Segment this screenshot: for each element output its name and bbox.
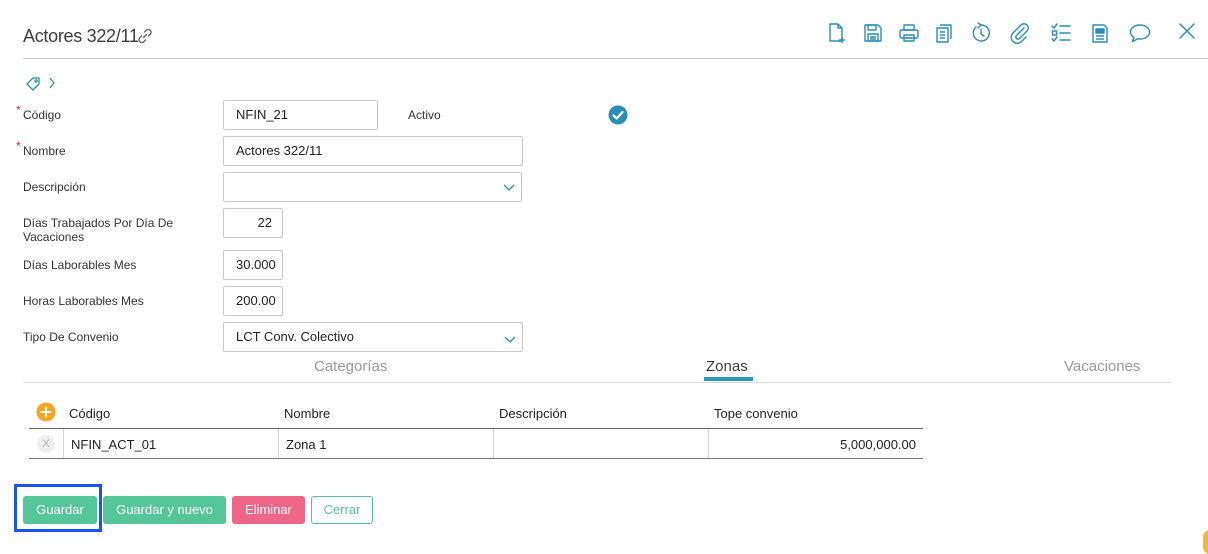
dias-laborables-label: Días Laborables Mes bbox=[23, 258, 137, 272]
dias-trabajados-field[interactable]: 22 bbox=[223, 208, 283, 238]
add-row-button[interactable] bbox=[36, 402, 56, 422]
column-header-descripcion[interactable]: Descripción bbox=[499, 406, 567, 421]
column-header-tope[interactable]: Tope convenio bbox=[714, 406, 798, 421]
chevron-right-icon[interactable] bbox=[46, 76, 58, 90]
activo-label: Activo bbox=[408, 108, 441, 122]
nombre-label: Nombre bbox=[23, 144, 66, 158]
nombre-field[interactable]: Actores 322/11 bbox=[223, 136, 523, 166]
save-icon[interactable] bbox=[862, 22, 884, 44]
history-icon[interactable] bbox=[970, 22, 992, 44]
horas-laborables-field[interactable]: 200.00 bbox=[223, 286, 283, 316]
dias-trabajados-label-line2: Vacaciones bbox=[23, 230, 85, 244]
checklist-icon[interactable] bbox=[1050, 22, 1072, 44]
tab-categorias[interactable]: Categorías bbox=[314, 358, 387, 375]
cell-divider bbox=[708, 429, 709, 458]
guardar-y-nuevo-button[interactable]: Guardar y nuevo bbox=[103, 496, 226, 524]
dias-laborables-field[interactable]: 30.000 bbox=[223, 250, 283, 280]
cerrar-button[interactable]: Cerrar bbox=[311, 496, 373, 524]
delete-row-button[interactable]: X bbox=[37, 435, 55, 453]
cell-nombre[interactable]: Zona 1 bbox=[286, 437, 326, 452]
page-title: Actores 322/11 bbox=[23, 26, 139, 46]
eliminar-button[interactable]: Eliminar bbox=[232, 496, 305, 524]
codigo-field[interactable]: NFIN_21 bbox=[223, 100, 378, 130]
cell-divider bbox=[493, 429, 494, 458]
grid-bottom-line bbox=[29, 458, 923, 459]
cell-divider bbox=[63, 429, 64, 458]
close-icon[interactable] bbox=[1176, 20, 1198, 42]
tipo-convenio-value: LCT Conv. Colectivo bbox=[236, 329, 355, 344]
report-icon[interactable] bbox=[1089, 22, 1111, 44]
tabs-divider bbox=[23, 382, 1171, 383]
required-mark: * bbox=[16, 139, 21, 153]
descripcion-select[interactable] bbox=[223, 172, 522, 202]
cell-divider bbox=[278, 429, 279, 458]
active-tab-indicator bbox=[704, 377, 753, 381]
column-header-nombre[interactable]: Nombre bbox=[284, 406, 330, 421]
descripcion-label: Descripción bbox=[23, 180, 86, 194]
activo-checkbox[interactable] bbox=[608, 105, 628, 125]
horas-laborables-label: Horas Laborables Mes bbox=[23, 294, 144, 308]
link-icon[interactable] bbox=[136, 27, 154, 45]
new-document-icon[interactable] bbox=[826, 22, 848, 44]
print-icon[interactable] bbox=[898, 22, 920, 44]
copy-icon[interactable] bbox=[934, 22, 956, 44]
tag-icon[interactable] bbox=[25, 76, 41, 92]
chevron-down-icon bbox=[503, 184, 515, 191]
codigo-label: Código bbox=[23, 108, 62, 122]
column-header-codigo[interactable]: Código bbox=[69, 406, 110, 421]
help-widget[interactable] bbox=[1203, 530, 1208, 554]
tab-zonas[interactable]: Zonas bbox=[706, 358, 748, 375]
tipo-convenio-label: Tipo De Convenio bbox=[23, 330, 119, 344]
required-mark: * bbox=[16, 103, 21, 117]
cell-codigo[interactable]: NFIN_ACT_01 bbox=[71, 437, 156, 452]
header-divider bbox=[23, 58, 1208, 59]
grid-header-line bbox=[29, 428, 923, 429]
attachment-icon[interactable] bbox=[1009, 22, 1031, 44]
dias-trabajados-label-line1: Días Trabajados Por Día De bbox=[23, 216, 174, 230]
cell-tope[interactable]: 5,000,000.00 bbox=[716, 437, 916, 452]
chevron-down-icon bbox=[504, 336, 516, 343]
comment-icon[interactable] bbox=[1129, 22, 1151, 44]
tab-vacaciones[interactable]: Vacaciones bbox=[1064, 358, 1140, 375]
dias-trabajados-label: Días Trabajados Por Día De Vacaciones bbox=[23, 216, 173, 244]
tipo-convenio-select[interactable]: LCT Conv. Colectivo bbox=[223, 322, 523, 352]
guardar-button[interactable]: Guardar bbox=[23, 496, 97, 524]
